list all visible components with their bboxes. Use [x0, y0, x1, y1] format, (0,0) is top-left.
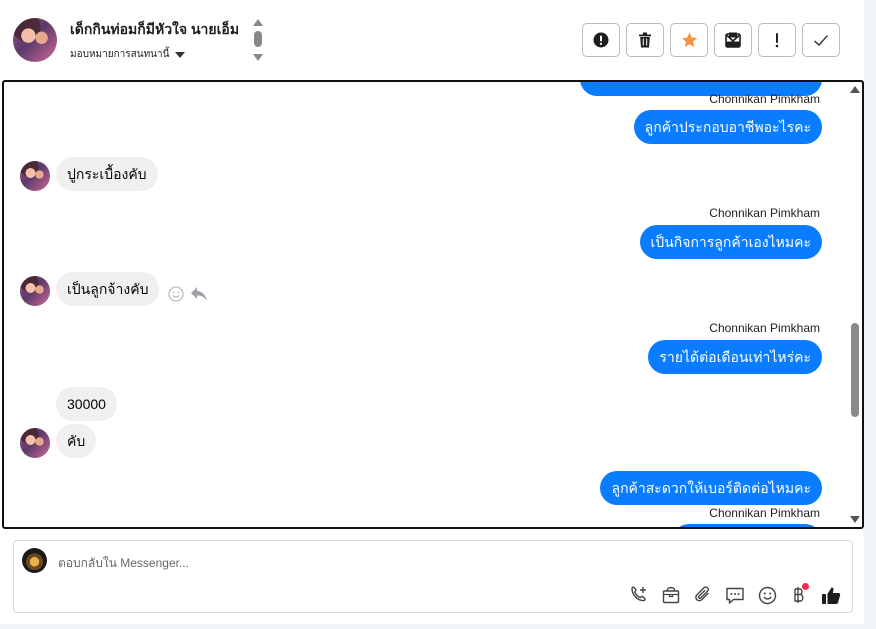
conversation-header: เด็กกินท่อมก็มีหัวใจ นายเอ็ม มอบหมายการส… — [0, 0, 864, 80]
contact-avatar-small — [20, 276, 50, 306]
message-sender: Chonnikan Pimkham — [709, 206, 820, 220]
follow-up-button[interactable] — [758, 23, 796, 57]
archive-button[interactable] — [714, 23, 752, 57]
contact-avatar[interactable] — [13, 18, 57, 62]
message-bubble-incoming[interactable]: ปูกระเบื้องคับ — [56, 157, 158, 191]
message-bubble-incoming[interactable]: เป็นลูกจ้างคับ — [56, 272, 160, 306]
composer-toolbar — [628, 583, 842, 606]
reply-input[interactable] — [58, 553, 658, 573]
assign-label: มอบหมายการสนทนานี้ — [70, 49, 170, 60]
reply-composer — [13, 540, 853, 613]
message-bubble-outgoing[interactable]: เป็นกิจการลูกค้าเองไหมคะ — [639, 225, 822, 259]
header-scrollbar[interactable] — [252, 19, 264, 63]
conversation-actions — [582, 23, 840, 57]
trash-icon — [639, 32, 651, 48]
alert-circle-icon — [593, 32, 609, 48]
shopping-bag-icon — [662, 586, 680, 604]
notification-dot — [802, 583, 809, 590]
scroll-down-icon[interactable] — [253, 54, 263, 61]
scroll-up-icon[interactable] — [253, 19, 263, 26]
react-smiley-icon[interactable] — [168, 286, 184, 302]
message-sender: Chonnikan Pimkham — [709, 92, 820, 106]
scroll-thumb[interactable] — [254, 31, 262, 47]
spam-button[interactable] — [582, 23, 620, 57]
done-button[interactable] — [802, 23, 840, 57]
thumbs-up-icon — [822, 586, 841, 604]
thread-scrollbar[interactable] — [848, 82, 862, 527]
call-add-icon — [631, 586, 646, 602]
contact-avatar-small — [20, 428, 50, 458]
payment-button[interactable] — [788, 583, 810, 606]
scroll-thumb[interactable] — [851, 323, 859, 417]
message-bubble-outgoing[interactable]: ลูกค้าประกอบอาชีพอะไรคะ — [633, 110, 822, 144]
attach-button[interactable] — [692, 584, 714, 606]
star-icon — [681, 32, 697, 48]
checkmark-icon — [813, 34, 829, 46]
contact-avatar-small — [20, 161, 50, 191]
smiley-icon — [758, 586, 776, 604]
message-hover-tools — [168, 286, 208, 302]
inbox-panel: เด็กกินท่อมก็มีหัวใจ นายเอ็ม มอบหมายการส… — [0, 0, 864, 624]
like-button[interactable] — [820, 584, 842, 606]
scroll-up-icon[interactable] — [850, 86, 860, 93]
paperclip-icon — [695, 586, 709, 602]
shop-button[interactable] — [660, 584, 682, 606]
emoji-button[interactable] — [756, 584, 778, 606]
delete-button[interactable] — [626, 23, 664, 57]
message-bubble-outgoing[interactable]: รายได้ต่อเดือนเท่าไหร่คะ — [648, 340, 822, 374]
mail-archive-icon — [725, 32, 741, 48]
saved-replies-button[interactable] — [724, 584, 746, 606]
page-avatar — [22, 548, 47, 573]
message-bubble-incoming[interactable]: 30000 — [56, 387, 117, 421]
message-sender: Chonnikan Pimkham — [709, 506, 820, 520]
exclamation-icon — [775, 33, 779, 48]
message-bubble-outgoing[interactable]: ลูกค้าสะดวกให้เบอร์ติดต่อไหมคะ — [600, 471, 822, 505]
scroll-down-icon[interactable] — [850, 516, 860, 523]
contact-name[interactable]: เด็กกินท่อมก็มีหัวใจ นายเอ็ม — [70, 19, 239, 41]
chat-bubble-icon — [726, 587, 744, 604]
caret-down-icon — [175, 51, 186, 58]
message-thread[interactable]: Chonnikan Pimkham ลูกค้าประกอบอาชีพอะไรค… — [2, 80, 864, 529]
message-bubble-outgoing[interactable] — [672, 524, 822, 527]
star-button[interactable] — [670, 23, 708, 57]
reply-icon[interactable] — [190, 286, 208, 302]
assign-conversation-dropdown[interactable]: มอบหมายการสนทนานี้ — [70, 47, 186, 62]
message-bubble-incoming[interactable]: คับ — [56, 424, 97, 458]
message-sender: Chonnikan Pimkham — [709, 321, 820, 335]
call-add-button[interactable] — [628, 584, 650, 606]
